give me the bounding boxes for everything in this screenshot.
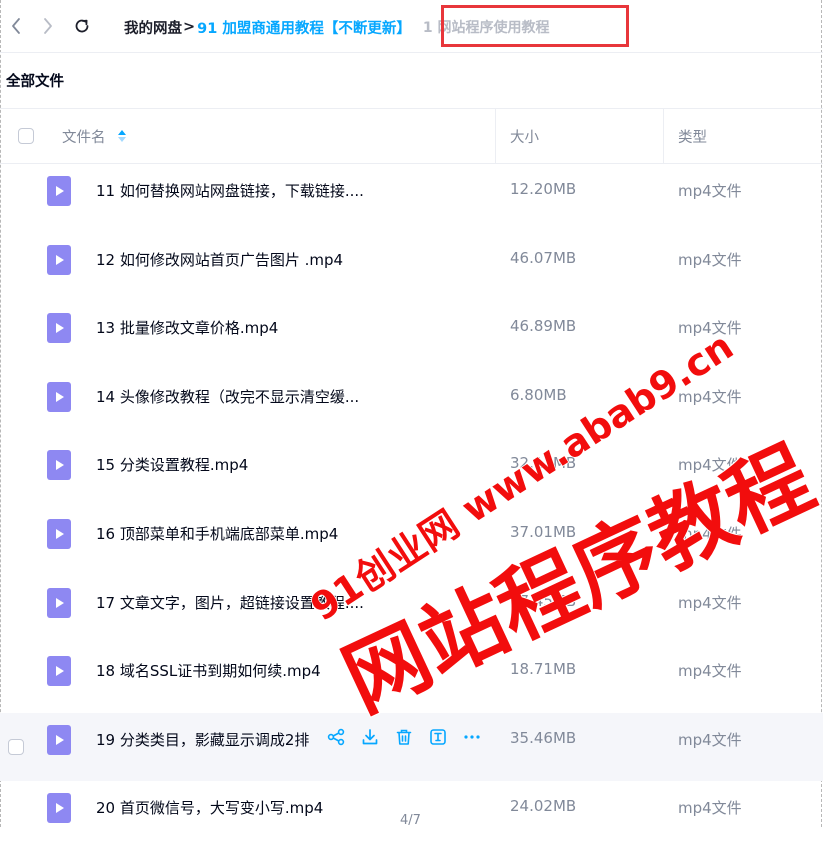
file-type: mp4文件 bbox=[678, 250, 742, 269]
breadcrumb-root[interactable]: 我的网盘 bbox=[124, 17, 182, 38]
file-name[interactable]: 13 批量修改文章价格.mp4 bbox=[96, 317, 278, 338]
delete-icon bbox=[396, 729, 412, 745]
file-size: 46.89MB bbox=[510, 317, 577, 336]
file-name[interactable]: 15 分类设置教程.mp4 bbox=[96, 454, 248, 475]
page-indicator: 4/7 bbox=[400, 813, 421, 828]
column-header-type[interactable]: 类型 bbox=[678, 109, 707, 163]
file-size: 46.07MB bbox=[510, 248, 577, 267]
file-type: mp4文件 bbox=[678, 525, 742, 543]
file-size: 18.71MB bbox=[510, 660, 577, 679]
video-file-icon bbox=[47, 450, 71, 481]
file-type: mp4文件 bbox=[678, 730, 742, 749]
file-size: 6.80MB bbox=[510, 385, 567, 404]
row-checkbox[interactable] bbox=[8, 738, 24, 755]
file-name[interactable]: 12 如何修改网站首页广告图片 .mp4 bbox=[96, 249, 343, 270]
back-button[interactable] bbox=[6, 14, 26, 38]
file-type: mp4文件 bbox=[678, 662, 742, 681]
file-size: 24.02MB bbox=[510, 797, 577, 816]
table-row[interactable]: 15 分类设置教程.mp4 32.12MB mp4文件 bbox=[0, 438, 823, 506]
chevron-left-icon bbox=[12, 18, 20, 34]
table-row[interactable]: 16 顶部菜单和手机端底部菜单.mp4 37.01MB mp4文件 bbox=[0, 507, 823, 575]
table-row[interactable]: 12 如何修改网站首页广告图片 .mp4 46.07MB mp4文件 bbox=[0, 233, 823, 301]
refresh-icon bbox=[75, 19, 89, 33]
delete-button[interactable] bbox=[394, 727, 414, 747]
video-file-icon bbox=[47, 381, 71, 412]
table-row[interactable]: 14 头像修改教程（改完不显示清空缓... 6.80MB mp4文件 bbox=[0, 370, 823, 438]
more-button[interactable] bbox=[462, 727, 482, 747]
column-header-name-label: 文件名 bbox=[62, 129, 106, 146]
chevron-right-icon bbox=[44, 18, 52, 34]
video-file-icon bbox=[47, 519, 71, 549]
file-size: 12.20MB bbox=[510, 180, 577, 198]
table-row[interactable]: 18 域名SSL证书到期如何续.mp4 18.71MB mp4文件 bbox=[0, 644, 823, 712]
table-row[interactable]: 13 批量修改文章价格.mp4 46.89MB mp4文件 bbox=[0, 301, 823, 369]
section-title: 全部文件 bbox=[6, 74, 64, 90]
rename-icon bbox=[430, 728, 446, 745]
file-name[interactable]: 17 文章文字，图片，超链接设置教程.... bbox=[96, 592, 364, 613]
select-all-checkbox[interactable] bbox=[18, 128, 34, 144]
column-divider[interactable] bbox=[663, 109, 664, 163]
breadcrumb-parent-folder[interactable]: 91 加盟商通用教程【不断更新】 bbox=[197, 17, 411, 38]
table-row[interactable]: 11 如何替换网站网盘链接，下载链接.... 12.20MB mp4文件 bbox=[0, 164, 823, 232]
download-icon bbox=[362, 728, 378, 745]
file-type: mp4文件 bbox=[678, 593, 742, 612]
file-type: mp4文件 bbox=[678, 799, 742, 818]
download-button[interactable] bbox=[360, 727, 380, 747]
column-divider[interactable] bbox=[495, 109, 496, 163]
column-header-name[interactable]: 文件名 bbox=[62, 109, 126, 163]
share-button[interactable] bbox=[326, 727, 346, 747]
video-file-icon bbox=[47, 313, 71, 344]
file-name[interactable]: 18 域名SSL证书到期如何续.mp4 bbox=[96, 660, 321, 681]
file-type: mp4文件 bbox=[678, 456, 742, 475]
column-header-size[interactable]: 大小 bbox=[510, 109, 539, 163]
file-name[interactable]: 14 头像修改教程（改完不显示清空缓... bbox=[96, 386, 359, 407]
row-actions bbox=[326, 727, 482, 747]
table-row[interactable]: 19 分类类目，影藏显示调成2排 35.46MB mp4文件 bbox=[0, 712, 823, 781]
file-size: 37.01MB bbox=[510, 523, 577, 541]
highlight-box bbox=[441, 5, 629, 47]
top-navigation-bar: 我的网盘 > 91 加盟商通用教程【不断更新】 1 网站程序使用教程 bbox=[0, 0, 823, 53]
video-file-icon bbox=[47, 793, 71, 824]
file-type: mp4文件 bbox=[678, 319, 742, 338]
forward-button[interactable] bbox=[38, 14, 58, 38]
file-name[interactable]: 20 首页微信号，大写变小写.mp4 bbox=[96, 797, 323, 818]
rename-button[interactable] bbox=[428, 727, 448, 747]
file-type: mp4文件 bbox=[678, 387, 742, 406]
file-type: mp4文件 bbox=[678, 182, 742, 200]
file-name[interactable]: 16 顶部菜单和手机端底部菜单.mp4 bbox=[96, 523, 338, 544]
sort-icon[interactable] bbox=[117, 130, 126, 142]
share-icon bbox=[327, 728, 345, 745]
video-file-icon bbox=[47, 176, 71, 206]
table-row[interactable]: 17 文章文字，图片，超链接设置教程.... 27.45MB mp4文件 bbox=[0, 576, 823, 644]
video-file-icon bbox=[47, 656, 71, 687]
file-size: 27.45MB bbox=[510, 591, 577, 610]
video-file-icon bbox=[47, 244, 71, 275]
video-file-icon bbox=[47, 587, 71, 618]
video-file-icon bbox=[47, 724, 71, 755]
file-name[interactable]: 11 如何替换网站网盘链接，下载链接.... bbox=[96, 180, 364, 201]
table-header: 文件名 大小 类型 bbox=[0, 108, 823, 164]
file-size: 35.46MB bbox=[510, 728, 577, 747]
refresh-button[interactable] bbox=[72, 14, 92, 38]
file-size: 32.12MB bbox=[510, 454, 577, 473]
more-icon bbox=[464, 735, 480, 739]
file-name[interactable]: 19 分类类目，影藏显示调成2排 bbox=[96, 729, 322, 750]
breadcrumb-separator: > bbox=[183, 19, 196, 35]
